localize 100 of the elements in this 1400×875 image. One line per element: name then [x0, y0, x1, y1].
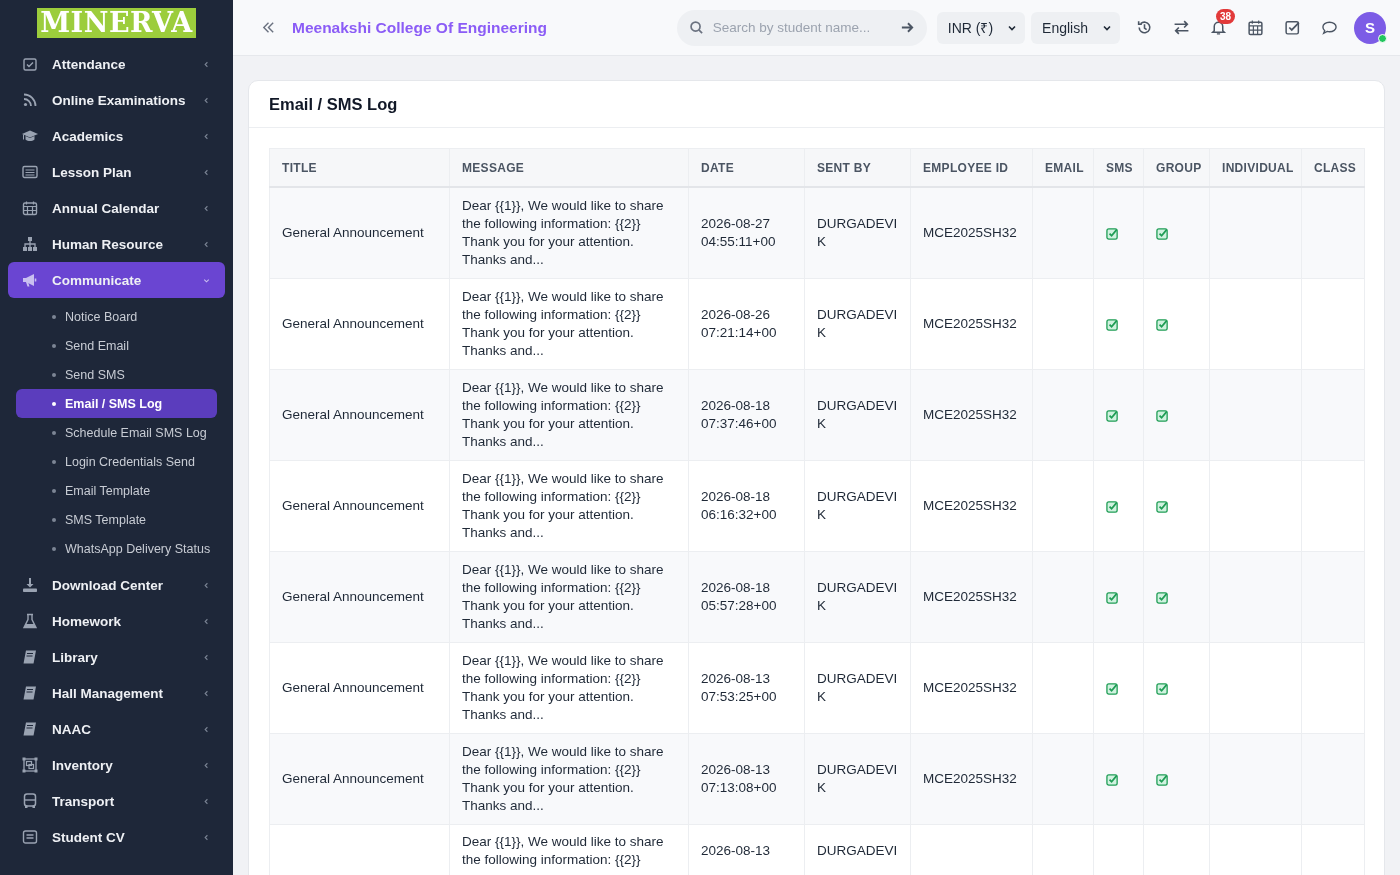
notification-count: 38 — [1216, 9, 1236, 24]
user-avatar[interactable]: S — [1354, 11, 1386, 44]
sidebar-item[interactable]: Inventory — [8, 747, 225, 783]
search-field[interactable]: Search by student name... — [676, 9, 927, 46]
sender-cell: DURGADEVI K — [817, 671, 898, 704]
sitemap-icon — [22, 236, 38, 252]
arrow-right-icon[interactable] — [899, 20, 915, 35]
sidebar-item[interactable]: Transport — [8, 783, 225, 819]
message-cell-text: Dear {{1}}, We would like to share the following information: {{2}} Thank you for your attention. Thanks and... — [462, 197, 665, 269]
date-cell: 2026-08-26 07:21:14+00 — [701, 307, 777, 340]
sidebar-item[interactable]: Library — [8, 639, 225, 675]
message-cell-text: Dear {{1}}, We would like to share the following information: {{2}} Thank you for your attention. Thanks and... — [462, 470, 665, 542]
column-header: INDIVIDUAL — [1209, 148, 1302, 187]
chevron-left-icon — [202, 796, 211, 806]
chevron-left-icon — [202, 131, 211, 141]
message-cell-text: Dear {{1}}, We would like to share the following information: {{2}} Thank you for your attention. Thanks and... — [462, 743, 665, 815]
chevron-left-icon — [202, 167, 211, 177]
title-cell: General Announcement — [282, 680, 424, 695]
employee-id-cell: MCE2025SH32 — [923, 225, 1017, 240]
language-select[interactable]: English — [1031, 11, 1120, 44]
date-cell: 2026-08-18 05:57:28+00 — [701, 580, 777, 613]
frame-icon — [22, 757, 38, 773]
sender-cell: DURGADEVI K — [817, 398, 898, 431]
sidebar-subitem[interactable]: Email / SMS Log — [16, 389, 217, 418]
flask-icon — [22, 613, 38, 629]
bell-icon[interactable] — [1210, 19, 1227, 36]
sidebar-subitem[interactable]: Login Credentials Send — [16, 447, 217, 476]
list-icon — [22, 164, 38, 180]
sidebar-item[interactable]: Communicate — [8, 262, 225, 298]
sidebar-item[interactable]: Homework — [8, 603, 225, 639]
date-cell: 2026-08-18 07:37:46+00 — [701, 398, 777, 431]
column-header: SENT BY — [804, 148, 911, 187]
sidebar-item[interactable]: NAAC — [8, 711, 225, 747]
sidebar-item[interactable]: Annual Calendar — [8, 190, 225, 226]
book-icon — [22, 721, 38, 737]
graduation-cap-icon — [22, 128, 38, 144]
chevron-left-icon — [202, 59, 211, 69]
sidebar-subitem[interactable]: WhatsApp Delivery Status — [16, 534, 217, 563]
sidebar-item[interactable]: Attendance — [8, 46, 225, 82]
chat-icon[interactable] — [1321, 19, 1338, 36]
employee-id-cell: MCE2025SH32 — [923, 498, 1017, 513]
employee-id-cell: MCE2025SH32 — [923, 589, 1017, 604]
rss-icon — [22, 92, 38, 108]
book-icon — [22, 649, 38, 665]
chevron-left-icon — [202, 652, 211, 662]
sidebar-item[interactable]: Online Examinations — [8, 82, 225, 118]
title-cell: General Announcement — [282, 589, 424, 604]
currency-select[interactable]: INR (₹) — [936, 11, 1026, 44]
sidebar-item[interactable]: Lesson Plan — [8, 154, 225, 190]
chevron-left-icon — [202, 832, 211, 842]
chevron-left-icon — [202, 760, 211, 770]
sidebar-subitem[interactable]: Email Template — [16, 476, 217, 505]
swap-icon[interactable] — [1173, 19, 1190, 36]
bus-icon — [22, 793, 38, 809]
title-cell: General Announcement — [282, 316, 424, 331]
sidebar-subitem[interactable]: Send Email — [16, 331, 217, 360]
title-cell: General Announcement — [282, 407, 424, 422]
date-cell: 2026-08-27 04:55:11+00 — [701, 216, 776, 249]
employee-id-cell: MCE2025SH32 — [923, 316, 1017, 331]
message-cell-text: Dear {{1}}, We would like to share the following information: {{2}} Thank you for your attention. Thanks and... — [462, 561, 665, 633]
chevron-left-icon — [202, 580, 211, 590]
card-title: Email / SMS Log — [269, 94, 398, 114]
column-header: TITLE — [269, 148, 450, 187]
chevron-left-icon — [202, 239, 211, 249]
chevron-left-icon — [202, 95, 211, 105]
megaphone-icon — [22, 272, 38, 288]
date-cell: 2026-08-13 07:13:08+00 — [701, 762, 777, 795]
column-header: DATE — [688, 148, 805, 187]
history-icon[interactable] — [1136, 19, 1153, 36]
sidebar-subitem[interactable]: Notice Board — [16, 302, 217, 331]
checkbox-icon[interactable] — [1284, 19, 1301, 36]
sidebar-item[interactable]: Hall Management — [8, 675, 225, 711]
sender-cell: DURGADEVI K — [817, 489, 898, 522]
sender-cell: DURGADEVI K — [817, 762, 898, 795]
column-header: MESSAGE — [449, 148, 689, 187]
message-cell-text: Dear {{1}}, We would like to share the following information: {{2}} — [462, 833, 665, 869]
chevron-left-icon — [202, 688, 211, 698]
document-icon — [22, 829, 38, 845]
book-icon — [22, 685, 38, 701]
sidebar-subitem[interactable]: Schedule Email SMS Log — [16, 418, 217, 447]
sidebar-item[interactable]: Human Resource — [8, 226, 225, 262]
column-header: EMAIL — [1032, 148, 1094, 187]
sidebar-subitem[interactable]: Send SMS — [16, 360, 217, 389]
title-cell: General Announcement — [282, 498, 424, 513]
college-name: Meenakshi College Of Engineering — [292, 18, 548, 37]
checkbox-icon — [22, 56, 38, 72]
column-header: CLASS — [1301, 148, 1365, 187]
column-header: GROUP — [1143, 148, 1210, 187]
sidebar-item[interactable]: Student CV — [8, 819, 225, 855]
calendar-icon — [22, 200, 38, 216]
sidebar-item[interactable]: Download Center — [8, 567, 225, 603]
date-cell: 2026-08-18 06:16:32+00 — [701, 489, 777, 522]
logo: MINERVA — [37, 8, 196, 38]
message-cell-text: Dear {{1}}, We would like to share the following information: {{2}} Thank you for your attention. Thanks and... — [462, 379, 665, 451]
title-cell: General Announcement — [282, 225, 424, 240]
sidebar-item[interactable]: Academics — [8, 118, 225, 154]
sidebar-subitem[interactable]: SMS Template — [16, 505, 217, 534]
chevron-left-icon — [202, 616, 211, 626]
title-cell: General Announcement — [282, 771, 424, 786]
calendar-icon[interactable] — [1247, 19, 1264, 36]
